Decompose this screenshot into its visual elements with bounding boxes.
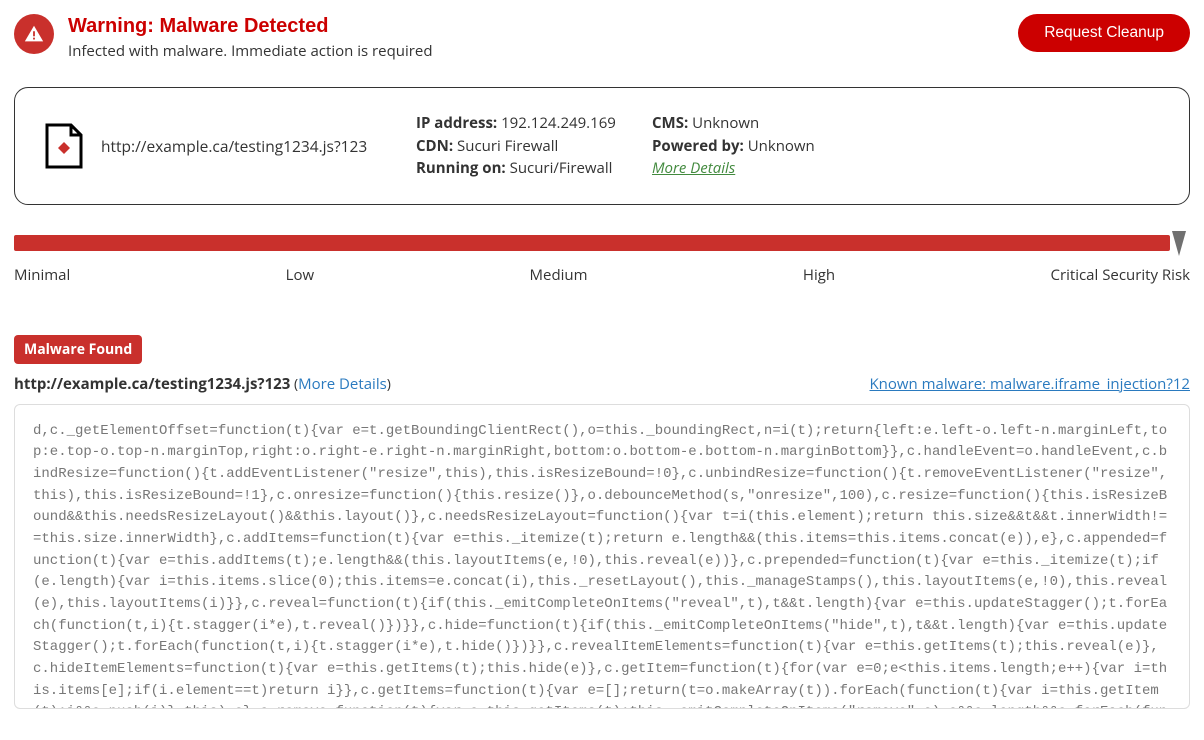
ip-row: IP address: 192.124.249.169 <box>416 112 636 135</box>
risk-label-medium: Medium <box>530 265 588 285</box>
more-details-row: More Details <box>652 157 1159 180</box>
risk-bar-fill <box>14 235 1170 251</box>
finding-more-details-link[interactable]: More Details <box>298 374 387 394</box>
malware-found-badge: Malware Found <box>14 335 142 364</box>
running-on-row: Running on: Sucuri/Firewall <box>416 157 636 180</box>
risk-label-low: Low <box>286 265 314 285</box>
powered-by-row: Powered by: Unknown <box>652 135 1159 158</box>
risk-label-critical: Critical Security Risk <box>1051 265 1190 285</box>
finding-more-details-wrap: (More Details) <box>290 374 391 394</box>
cms-value: Unknown <box>692 113 759 133</box>
finding-url: http://example.ca/testing1234.js?123 <box>14 374 290 394</box>
risk-bar-wrap <box>14 235 1190 257</box>
site-url: http://example.ca/testing1234.js?123 <box>101 135 367 157</box>
warning-subtitle: Infected with malware. Immediate action … <box>68 41 433 61</box>
known-malware-link[interactable]: Known malware: malware.iframe_injection?… <box>610 374 1191 394</box>
warning-title: Warning: Malware Detected <box>68 14 433 38</box>
url-column: http://example.ca/testing1234.js?123 <box>45 123 400 169</box>
cms-label: CMS: <box>652 113 688 133</box>
malware-finding-section: Malware Found http://example.ca/testing1… <box>14 335 1190 709</box>
details-column-2: CMS: Unknown Powered by: Unknown More De… <box>652 112 1159 180</box>
risk-meter: Minimal Low Medium High Critical Securit… <box>14 235 1190 285</box>
document-malware-icon <box>45 123 83 169</box>
running-on-label: Running on: <box>416 158 506 178</box>
risk-label-minimal: Minimal <box>14 265 70 285</box>
finding-row: http://example.ca/testing1234.js?123 (Mo… <box>14 374 1190 394</box>
ip-value: 192.124.249.169 <box>501 113 616 133</box>
more-details-link[interactable]: More Details <box>652 158 735 178</box>
cdn-label: CDN: <box>416 136 453 156</box>
powered-by-label: Powered by: <box>652 136 744 156</box>
malware-code-sample: d,c._getElementOffset=function(t){var e=… <box>14 404 1190 709</box>
details-column-1: IP address: 192.124.249.169 CDN: Sucuri … <box>416 112 636 180</box>
risk-indicator-icon <box>1172 231 1186 256</box>
risk-labels: Minimal Low Medium High Critical Securit… <box>14 265 1190 285</box>
warning-header: Warning: Malware Detected Infected with … <box>14 14 1190 61</box>
warning-left: Warning: Malware Detected Infected with … <box>14 14 433 61</box>
powered-by-value: Unknown <box>748 136 815 156</box>
site-info-card: http://example.ca/testing1234.js?123 IP … <box>14 87 1190 205</box>
warning-text-block: Warning: Malware Detected Infected with … <box>68 14 433 61</box>
warning-icon <box>14 14 54 54</box>
running-on-value: Sucuri/Firewall <box>510 158 613 178</box>
request-cleanup-button[interactable]: Request Cleanup <box>1018 14 1190 52</box>
ip-label: IP address: <box>416 113 497 133</box>
risk-label-high: High <box>803 265 835 285</box>
cms-row: CMS: Unknown <box>652 112 1159 135</box>
cdn-value: Sucuri Firewall <box>457 136 558 156</box>
cdn-row: CDN: Sucuri Firewall <box>416 135 636 158</box>
